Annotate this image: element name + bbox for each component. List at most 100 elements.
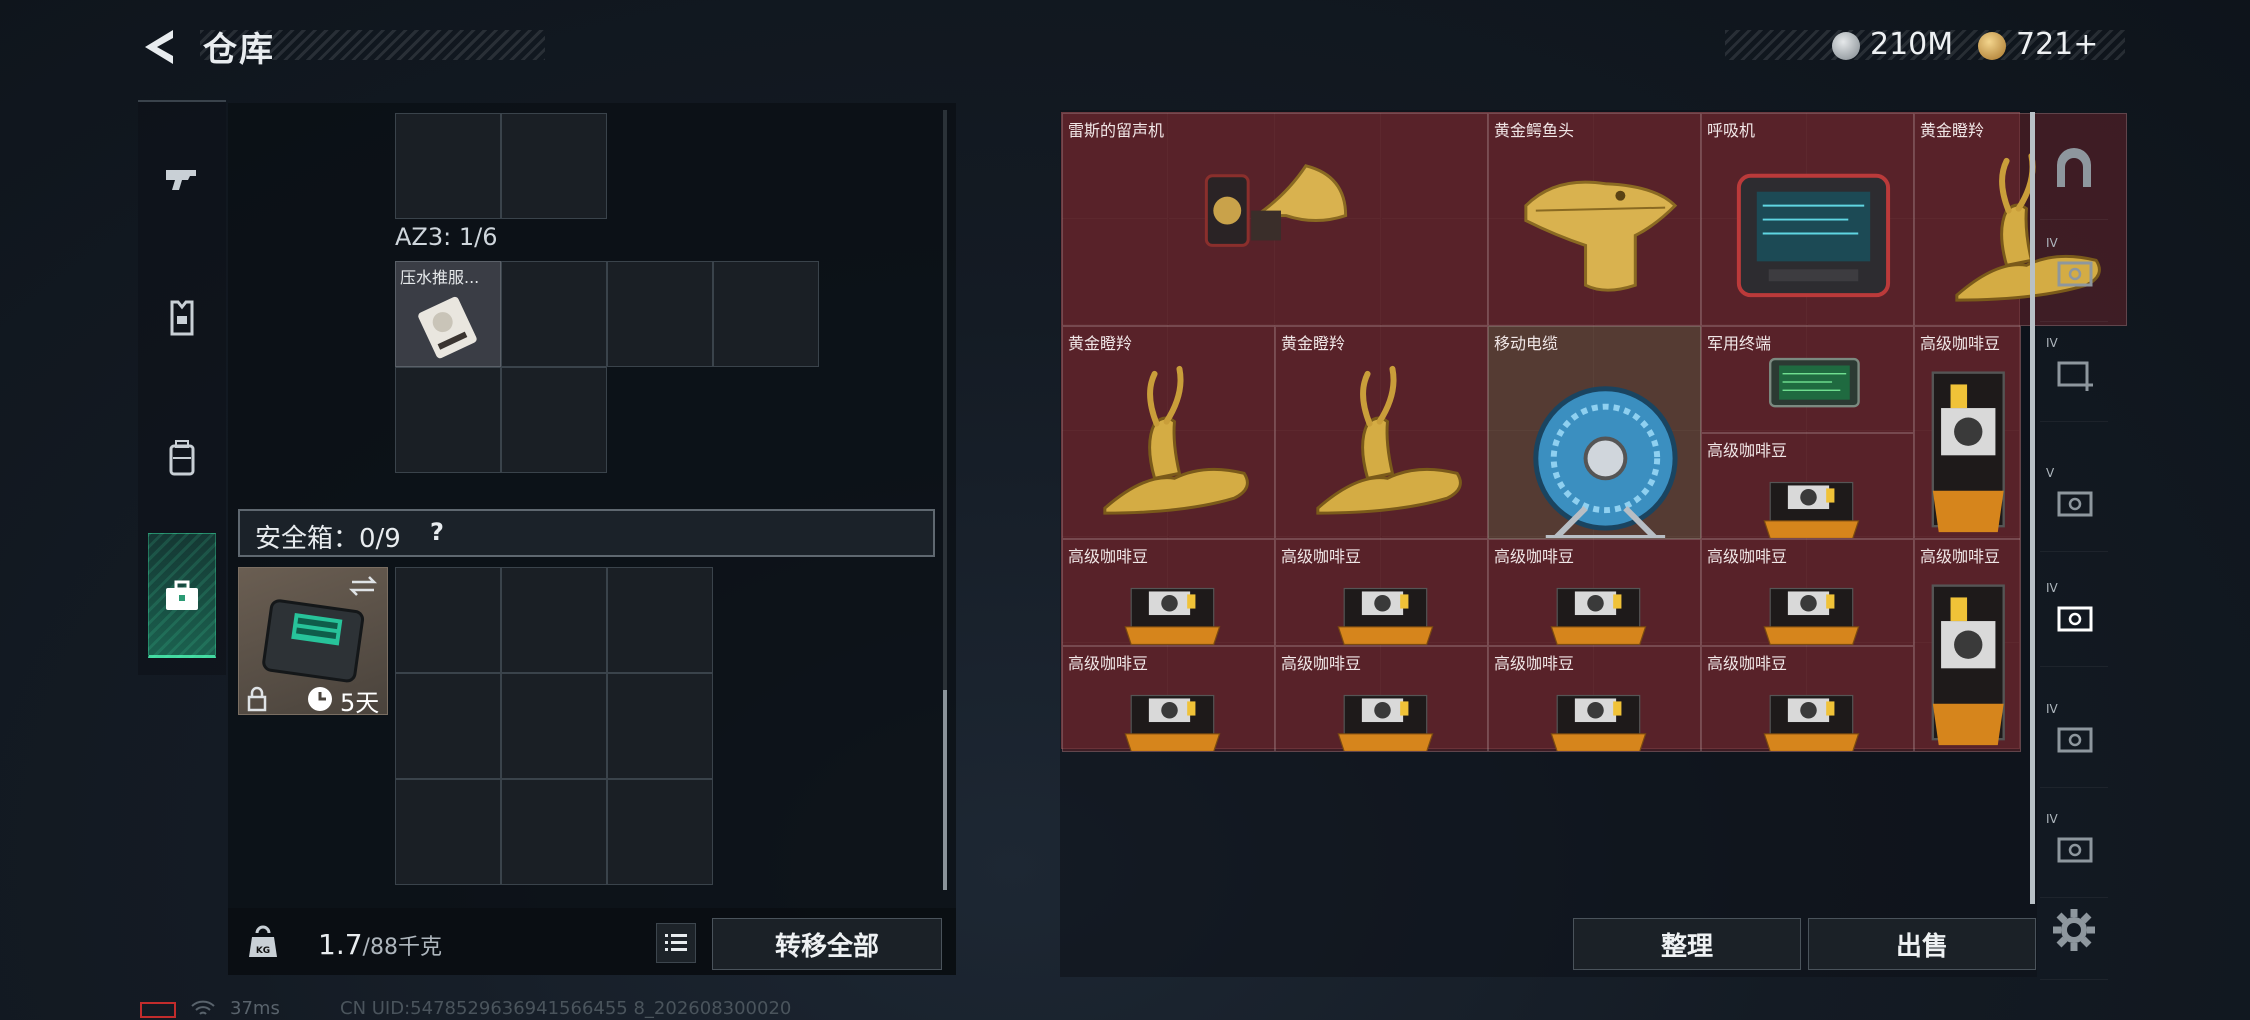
svg-text:KG: KG bbox=[256, 946, 270, 956]
stash-tab-2[interactable]: IV bbox=[2040, 322, 2108, 422]
loadout-scroll-thumb[interactable] bbox=[943, 690, 947, 890]
stash-item[interactable]: 高级咖啡豆 bbox=[1275, 539, 1488, 646]
battery-icon bbox=[140, 1002, 176, 1018]
coffee-bag-icon bbox=[1337, 587, 1434, 645]
uid-readout: CN UID:5478529636941566455 8_20260830002… bbox=[340, 998, 792, 1019]
safebox-slot[interactable] bbox=[395, 779, 501, 885]
tab-number: IV bbox=[2046, 236, 2058, 250]
coffee-bag-icon bbox=[1337, 694, 1434, 751]
grid-slot[interactable] bbox=[395, 367, 501, 473]
stash-item[interactable]: 军用终端 bbox=[1701, 326, 1914, 433]
weight-unit: /88千克 bbox=[362, 935, 442, 960]
coffee-bag-icon bbox=[1931, 584, 2005, 746]
stash-item[interactable]: 黄金鳄鱼头 bbox=[1488, 113, 1701, 326]
nav-weapons[interactable] bbox=[138, 118, 226, 238]
grid-slot[interactable] bbox=[501, 367, 607, 473]
stash-tab-1[interactable]: IV bbox=[2040, 222, 2108, 322]
ping-readout: 37ms bbox=[230, 998, 280, 1019]
stash-item[interactable]: 高级咖啡豆 bbox=[1275, 645, 1488, 752]
stash-item[interactable]: 高级咖啡豆 bbox=[1914, 326, 2021, 539]
coffee-bag-icon bbox=[1550, 587, 1647, 645]
page-title: 仓库 bbox=[203, 30, 275, 70]
silver-coin-icon bbox=[1832, 32, 1860, 60]
az3-capacity-label: AZ3: 1/6 bbox=[395, 223, 498, 251]
military-terminal-icon bbox=[1769, 357, 1860, 408]
grid-slot[interactable] bbox=[501, 113, 607, 219]
coffee-bag-icon bbox=[1931, 371, 2005, 533]
stash-item[interactable]: 高级咖啡豆 bbox=[1914, 539, 2021, 752]
stash-item[interactable]: 高级咖啡豆 bbox=[1701, 539, 1914, 646]
wifi-icon bbox=[191, 1000, 215, 1015]
lock-icon bbox=[247, 686, 267, 712]
grid-slot[interactable] bbox=[713, 261, 819, 367]
stash-item[interactable]: 移动电缆 bbox=[1488, 326, 1701, 539]
weight-kg-icon: KG bbox=[249, 925, 277, 957]
stash-item[interactable]: 高级咖啡豆 bbox=[1701, 645, 1914, 752]
safebox-slot[interactable] bbox=[501, 673, 607, 779]
stash-item[interactable]: 高级咖啡豆 bbox=[1701, 432, 1914, 539]
tab-number: IV bbox=[2046, 702, 2058, 716]
safebox-slot[interactable] bbox=[501, 567, 607, 673]
stash-item[interactable]: 高级咖啡豆 bbox=[1488, 645, 1701, 752]
swap-icon[interactable] bbox=[348, 574, 378, 598]
arch-tab-icon bbox=[2057, 147, 2091, 187]
sell-button[interactable]: 出售 bbox=[1808, 918, 2036, 970]
nav-backpack[interactable] bbox=[138, 398, 226, 518]
stash-item[interactable]: 高级咖啡豆 bbox=[1062, 539, 1275, 646]
tab-number: IV bbox=[2046, 581, 2058, 595]
safe-case-duration: 5天 bbox=[340, 689, 380, 717]
stash-tab-3[interactable]: V bbox=[2040, 452, 2108, 552]
coffee-bag-icon bbox=[1763, 694, 1860, 751]
help-button[interactable]: ? bbox=[430, 518, 444, 546]
stash-tab-5[interactable]: IV bbox=[2040, 688, 2108, 788]
stash-item[interactable]: 黄金瞪羚 bbox=[1062, 326, 1275, 539]
backpack-icon bbox=[169, 440, 195, 476]
stash-tab-icon bbox=[2057, 837, 2093, 862]
sort-button[interactable]: 整理 bbox=[1573, 918, 1801, 970]
safebox-slot[interactable] bbox=[395, 673, 501, 779]
safebox-slot[interactable] bbox=[501, 779, 607, 885]
stash-item[interactable]: 呼吸机 bbox=[1701, 113, 1914, 326]
stash-tab-7[interactable] bbox=[2040, 880, 2108, 980]
stash-tab-4[interactable]: IV bbox=[2040, 567, 2108, 667]
list-icon bbox=[665, 934, 687, 951]
grid-slot[interactable] bbox=[501, 261, 607, 367]
stash-tab-icon bbox=[2057, 261, 2093, 286]
gold-crocodile-head-icon bbox=[1524, 180, 1678, 292]
nav-armor[interactable] bbox=[138, 258, 226, 378]
safebox-label: 安全箱：0/9 bbox=[255, 524, 401, 554]
stash-tab-icon bbox=[2057, 727, 2093, 752]
back-arrow-icon bbox=[145, 30, 173, 64]
coffee-bag-icon bbox=[1124, 694, 1221, 751]
safebox-slot[interactable] bbox=[607, 673, 713, 779]
list-view-button[interactable] bbox=[656, 923, 696, 963]
gold-coin-icon bbox=[1978, 32, 2006, 60]
stash-scrollbar[interactable] bbox=[2030, 112, 2035, 904]
back-button[interactable] bbox=[135, 22, 185, 72]
stash-item[interactable]: 黄金瞪羚 bbox=[1275, 326, 1488, 539]
grid-slot[interactable] bbox=[607, 261, 713, 367]
gold-currency-value[interactable]: 721+ bbox=[2016, 27, 2098, 62]
silver-currency-value: 210M bbox=[1870, 27, 1954, 62]
toolbox-icon bbox=[166, 580, 198, 610]
safebox-slot[interactable] bbox=[395, 567, 501, 673]
gun-icon bbox=[166, 170, 196, 190]
grid-slot[interactable] bbox=[395, 113, 501, 219]
cable-reel-icon bbox=[1533, 386, 1678, 538]
coffee-bag-icon bbox=[1763, 481, 1860, 538]
stash-item[interactable]: 高级咖啡豆 bbox=[1062, 645, 1275, 752]
stash-item[interactable]: 高级咖啡豆 bbox=[1488, 539, 1701, 646]
stash-tab-0[interactable] bbox=[2040, 120, 2108, 220]
stash-item[interactable]: 雷斯的留声机 bbox=[1062, 113, 1488, 326]
transfer-all-button[interactable]: 转移全部 bbox=[712, 918, 942, 970]
clock-icon bbox=[308, 687, 332, 711]
safebox-slot[interactable] bbox=[607, 567, 713, 673]
stash-tab-icon bbox=[2057, 606, 2093, 631]
gramophone-icon bbox=[1204, 164, 1348, 247]
settings-gear-icon bbox=[2053, 908, 2095, 951]
stash-tab-icon bbox=[2057, 491, 2093, 516]
ventilator-icon bbox=[1736, 173, 1891, 298]
safebox-slot[interactable] bbox=[607, 779, 713, 885]
item-name: 压水推服... bbox=[400, 268, 480, 287]
tab-number: IV bbox=[2046, 812, 2058, 826]
